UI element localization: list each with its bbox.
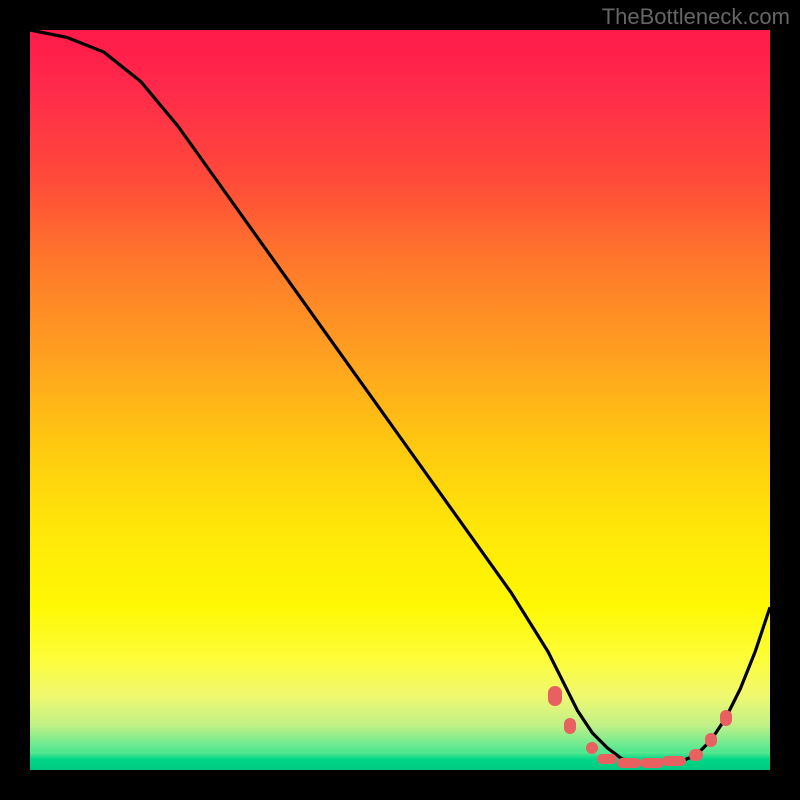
marker-dot: [705, 733, 717, 747]
marker-dot: [640, 758, 664, 768]
plot-area: [30, 30, 770, 770]
marker-dot: [662, 756, 686, 766]
bottleneck-curve: [30, 30, 770, 770]
marker-dot: [720, 710, 732, 726]
marker-dot: [617, 758, 641, 768]
marker-dot: [548, 686, 562, 706]
chart-container: TheBottleneck.com: [0, 0, 800, 800]
marker-dot: [597, 754, 617, 764]
marker-dot: [689, 749, 703, 761]
watermark-text: TheBottleneck.com: [602, 4, 790, 30]
marker-dot: [564, 718, 576, 734]
